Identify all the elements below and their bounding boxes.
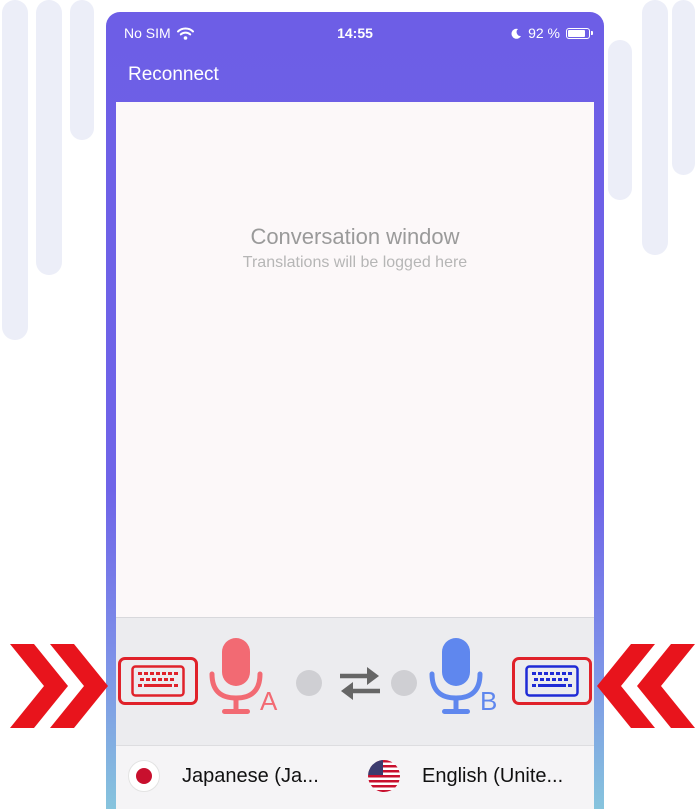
microphone-b-button[interactable]: B xyxy=(426,636,497,723)
language-selector-b[interactable]: English (Unite... xyxy=(368,760,563,792)
mic-b-label: B xyxy=(480,686,498,716)
language-bar: Japanese (Ja... English (Unite... xyxy=(116,745,594,809)
moon-icon xyxy=(511,28,522,39)
conversation-window: Conversation window Translations will be… xyxy=(116,102,594,617)
battery-status: 92 % xyxy=(511,25,593,41)
swap-arrows-icon xyxy=(340,667,380,700)
keyboard-button-b[interactable] xyxy=(512,657,592,705)
keyboard-button-a[interactable] xyxy=(118,657,198,705)
conversation-title: Conversation window xyxy=(250,224,460,249)
japan-flag-icon xyxy=(128,760,160,792)
language-selector-a[interactable]: Japanese (Ja... xyxy=(128,760,319,792)
reconnect-button[interactable]: Reconnect xyxy=(128,64,219,86)
status-bar: No SIM 14:55 92 % xyxy=(106,12,604,54)
language-b-name: English (Unite... xyxy=(422,764,564,787)
language-a-name: Japanese (Ja... xyxy=(182,764,319,787)
navigation-bar: Reconnect xyxy=(106,54,604,102)
swap-languages-button[interactable] xyxy=(336,664,384,707)
keyboard-icon xyxy=(525,665,579,697)
microphone-icon xyxy=(209,638,263,714)
usa-flag-icon xyxy=(368,760,400,792)
battery-icon xyxy=(566,27,593,39)
pointer-arrow-left-icon xyxy=(597,644,695,728)
keyboard-icon xyxy=(131,665,185,697)
battery-percent: 92 % xyxy=(528,25,560,41)
mic-a-label: A xyxy=(260,686,278,716)
indicator-dot-a xyxy=(296,670,322,696)
voice-controls: A B xyxy=(116,617,594,745)
microphone-icon xyxy=(429,638,483,714)
conversation-subtitle: Translations will be logged here xyxy=(242,254,468,271)
phone-screen: No SIM 14:55 92 % Reconnect Conversation… xyxy=(106,12,604,809)
indicator-dot-b xyxy=(391,670,417,696)
pointer-arrow-right-icon xyxy=(10,644,108,728)
microphone-a-button[interactable]: A xyxy=(206,636,277,723)
